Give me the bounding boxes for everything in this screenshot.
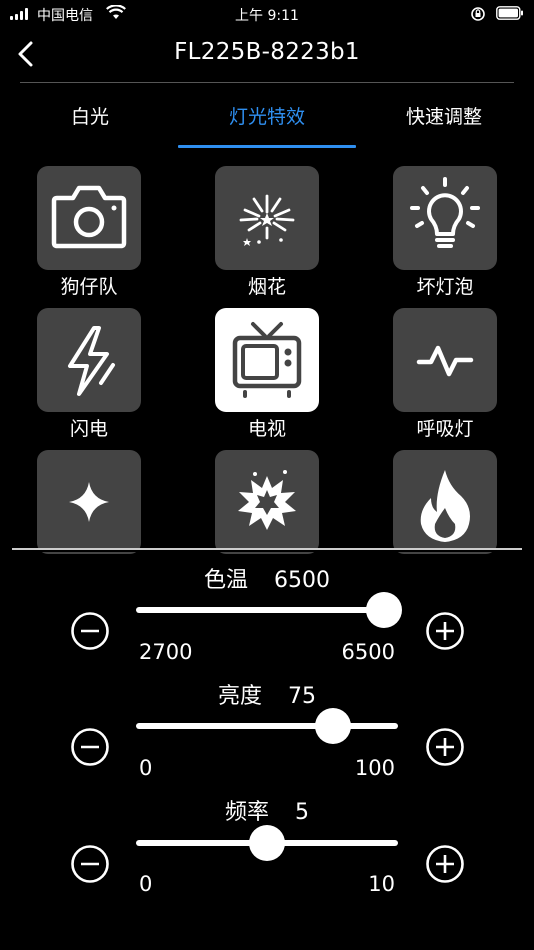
color-temp-min-label: 2700: [139, 640, 193, 664]
effect-label-paparazzi: 狗仔队: [60, 276, 118, 298]
frequency-plus-icon[interactable]: [426, 845, 464, 883]
tab-quick-adjust[interactable]: 快速调整: [384, 102, 504, 129]
camera-icon: [51, 185, 127, 249]
effect-tile-lightning[interactable]: [37, 308, 141, 412]
brightness-knob[interactable]: [314, 708, 351, 744]
brightness-label: 亮度: [217, 684, 262, 709]
color-temp-label: 色温: [203, 568, 248, 593]
nav-divider: [20, 82, 514, 83]
frequency-header: 频率 5: [0, 794, 534, 826]
battery-icon: [496, 6, 523, 20]
orientation-lock-icon: [471, 7, 485, 21]
effect-tile-paparazzi[interactable]: [37, 166, 141, 270]
frequency-value: 5: [295, 800, 309, 825]
fire-icon: [420, 470, 470, 542]
color-temp-value: 6500: [274, 568, 330, 593]
color-temp-plus-icon[interactable]: [426, 612, 464, 650]
effect-label-breathing: 呼吸灯: [416, 418, 474, 440]
brightness-max-label: 100: [354, 756, 395, 780]
effect-tile-fireworks[interactable]: [215, 166, 319, 270]
color-temp-track: [136, 607, 398, 613]
effect-label-tv: 电视: [247, 418, 286, 440]
status-time: 上午 9:11: [235, 8, 299, 24]
active-tab-indicator: [178, 145, 356, 148]
frequency-label: 频率: [224, 800, 269, 825]
lightbulb-icon: [410, 177, 480, 248]
page-title: FL225B-8223b1: [174, 39, 360, 65]
effect-tile-explosion[interactable]: [215, 450, 319, 554]
sparkle-icon: [69, 482, 109, 522]
color-temp-knob[interactable]: [366, 592, 402, 628]
frequency-knob[interactable]: [249, 825, 285, 861]
brightness-plus-icon[interactable]: [426, 728, 464, 766]
tab-white-light[interactable]: 白光: [30, 102, 150, 129]
tab-light-effects[interactable]: 灯光特效: [178, 102, 356, 129]
brightness-min-label: 0: [139, 756, 153, 780]
brightness-minus-icon[interactable]: [71, 728, 109, 766]
effect-label-lightning: 闪电: [69, 418, 108, 440]
effect-label-bad-bulb: 坏灯泡: [416, 276, 474, 298]
effect-tile-tv[interactable]: [215, 308, 319, 412]
brightness-track: [136, 723, 398, 729]
effect-tile-sparkle[interactable]: [37, 450, 141, 554]
explosion-icon: [238, 470, 296, 530]
effect-label-fireworks: 烟花: [247, 276, 286, 298]
lightning-icon: [68, 326, 115, 396]
brightness-header: 亮度 75: [0, 678, 534, 710]
fireworks-icon: [239, 194, 295, 246]
section-divider: [12, 548, 522, 550]
tv-icon: [232, 322, 302, 398]
effect-tile-breathing[interactable]: [393, 308, 497, 412]
color-temp-minus-icon[interactable]: [71, 612, 109, 650]
effect-tile-fire[interactable]: [393, 450, 497, 554]
frequency-minus-icon[interactable]: [71, 845, 109, 883]
effect-tile-bad-bulb[interactable]: [393, 166, 497, 270]
frequency-max-label: 10: [368, 872, 395, 896]
color-temp-max-label: 6500: [341, 640, 395, 664]
frequency-min-label: 0: [139, 872, 153, 896]
pulse-icon: [416, 345, 474, 377]
status-bar: 中国电信 上午 9:11: [0, 0, 534, 30]
color-temp-header: 色温 6500: [0, 562, 534, 594]
brightness-value: 75: [288, 684, 316, 709]
